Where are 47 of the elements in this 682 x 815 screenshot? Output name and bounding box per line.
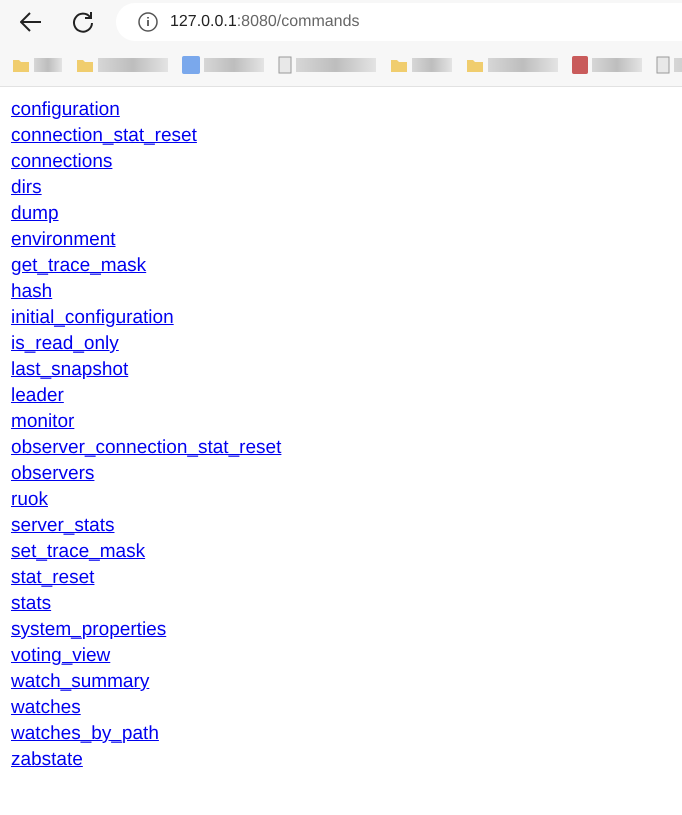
url-path: :8080/commands <box>236 13 360 30</box>
command-link[interactable]: stat_reset <box>11 565 94 591</box>
command-link[interactable]: voting_view <box>11 643 110 669</box>
folder-icon[interactable] <box>390 57 408 73</box>
folder-icon[interactable] <box>466 57 484 73</box>
command-link[interactable]: connections <box>11 149 112 175</box>
command-link[interactable]: observers <box>11 461 94 487</box>
back-icon[interactable] <box>20 12 42 32</box>
folder-icon[interactable] <box>76 57 94 73</box>
blurred-bookmark-label[interactable] <box>296 58 376 72</box>
command-link[interactable]: watches_by_path <box>11 721 159 747</box>
command-link[interactable]: is_read_only <box>11 331 119 357</box>
blurred-bookmark-label[interactable] <box>592 58 642 72</box>
command-link[interactable]: dirs <box>11 175 42 201</box>
url-host: 127.0.0.1 <box>170 13 237 30</box>
command-link[interactable]: monitor <box>11 409 74 435</box>
command-link[interactable]: ruok <box>11 487 48 513</box>
command-link[interactable]: dump <box>11 201 59 227</box>
command-link[interactable]: zabstate <box>11 747 83 773</box>
folder-icon[interactable] <box>12 57 30 73</box>
command-link[interactable]: hash <box>11 279 52 305</box>
info-icon[interactable] <box>138 12 158 32</box>
reload-icon[interactable] <box>72 11 94 33</box>
command-link[interactable]: system_properties <box>11 617 166 643</box>
bookmark-icon[interactable] <box>572 56 588 74</box>
blurred-bookmark-label[interactable] <box>204 58 264 72</box>
command-link[interactable]: watch_summary <box>11 669 150 695</box>
command-link[interactable]: server_stats <box>11 513 114 539</box>
command-link[interactable]: observer_connection_stat_reset <box>11 435 282 461</box>
blurred-bookmark-label[interactable] <box>34 58 62 72</box>
page-icon[interactable] <box>278 56 292 74</box>
blurred-bookmark-label[interactable] <box>488 58 558 72</box>
command-link[interactable]: leader <box>11 383 64 409</box>
command-link[interactable]: configuration <box>11 97 120 123</box>
command-link[interactable]: environment <box>11 227 116 253</box>
command-link[interactable]: stats <box>11 591 52 617</box>
command-link[interactable]: last_snapshot <box>11 357 128 383</box>
command-link[interactable]: connection_stat_reset <box>11 123 197 149</box>
address-field[interactable]: 127.0.0.1:8080/commands <box>116 3 682 41</box>
page-icon[interactable] <box>656 56 670 74</box>
blurred-bookmark-label[interactable] <box>98 58 168 72</box>
bookmark-icon[interactable] <box>182 56 200 74</box>
command-link[interactable]: set_trace_mask <box>11 539 146 565</box>
command-link[interactable]: get_trace_mask <box>11 253 146 279</box>
command-link[interactable]: watches <box>11 695 81 721</box>
blurred-bookmark-label[interactable] <box>412 58 452 72</box>
command-link[interactable]: initial_configuration <box>11 305 174 331</box>
